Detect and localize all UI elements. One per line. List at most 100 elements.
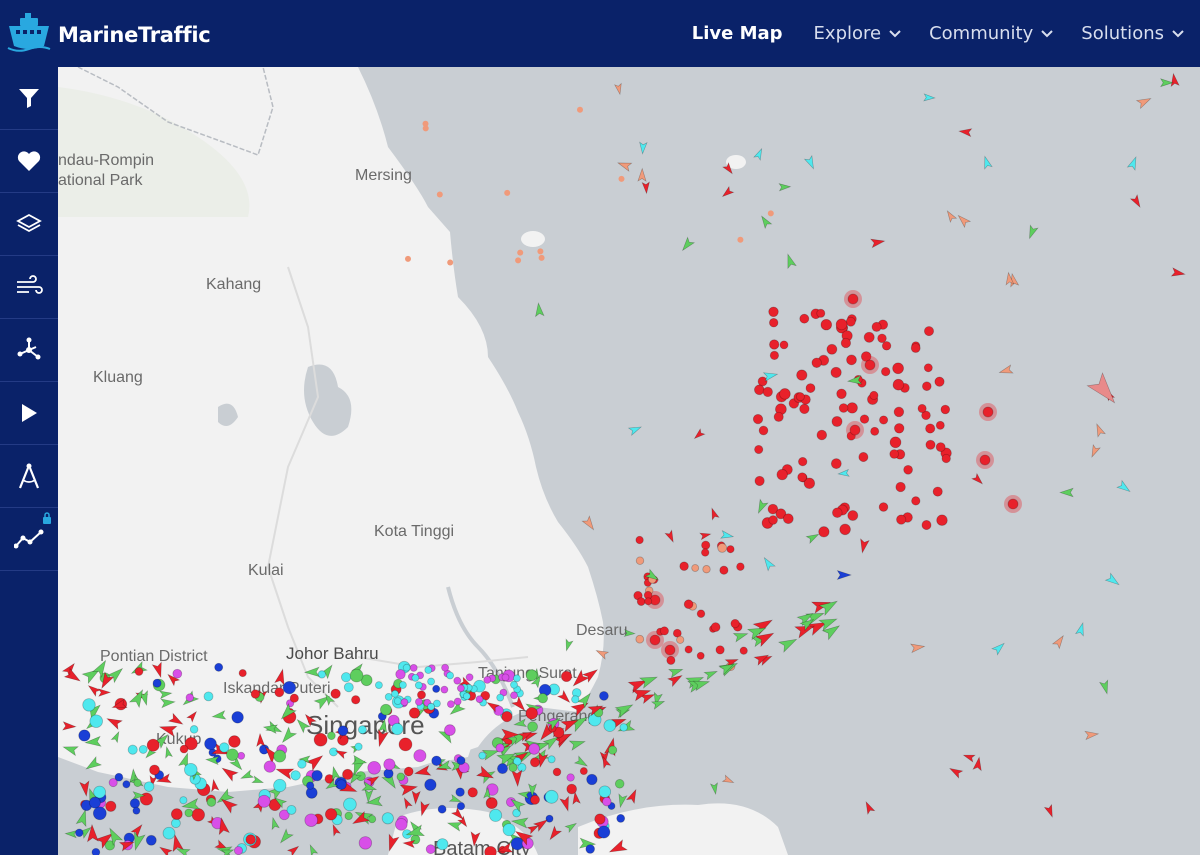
- vessel-marker[interactable]: [134, 667, 144, 676]
- vessel-marker[interactable]: [496, 693, 505, 702]
- vessel-marker[interactable]: [921, 520, 932, 530]
- my-fleets-button[interactable]: [0, 130, 58, 193]
- vessel-marker[interactable]: [614, 779, 625, 789]
- vessel-marker[interactable]: [616, 814, 626, 823]
- vessel-marker[interactable]: [398, 681, 407, 689]
- vessel-marker[interactable]: [495, 743, 505, 753]
- vessel-marker[interactable]: [889, 449, 900, 459]
- vessel-marker[interactable]: [414, 698, 423, 706]
- vessel-marker[interactable]: [649, 634, 661, 646]
- vessel-marker[interactable]: [425, 844, 436, 855]
- vessel-marker[interactable]: [381, 812, 394, 825]
- vessel-marker[interactable]: [768, 306, 779, 318]
- vessel-marker[interactable]: [226, 748, 239, 761]
- vessel-marker[interactable]: [304, 813, 318, 827]
- vessel-marker[interactable]: [422, 125, 429, 132]
- vessel-marker[interactable]: [88, 796, 101, 809]
- vessel-marker[interactable]: [894, 423, 905, 434]
- vessel-marker[interactable]: [845, 316, 856, 327]
- vessel-marker[interactable]: [893, 406, 905, 418]
- vessel-marker[interactable]: [245, 834, 256, 845]
- vessel-marker[interactable]: [172, 668, 183, 679]
- vessel-marker[interactable]: [105, 800, 117, 812]
- vessel-marker[interactable]: [537, 693, 548, 704]
- vessel-marker[interactable]: [892, 362, 904, 375]
- vessel-marker[interactable]: [357, 725, 367, 735]
- vessel-marker[interactable]: [923, 363, 933, 373]
- vessel-marker[interactable]: [91, 847, 101, 855]
- vessel-marker[interactable]: [409, 664, 418, 672]
- vessel-marker[interactable]: [306, 781, 315, 790]
- vessel-marker[interactable]: [344, 811, 353, 821]
- layers-button[interactable]: [0, 193, 58, 256]
- vessel-marker[interactable]: [796, 369, 808, 381]
- vessel-marker[interactable]: [184, 762, 198, 777]
- vessel-marker[interactable]: [826, 343, 838, 355]
- vessel-marker[interactable]: [427, 702, 436, 711]
- vessel-marker[interactable]: [552, 767, 562, 777]
- vessel-marker[interactable]: [805, 383, 816, 393]
- vessel-marker[interactable]: [726, 545, 735, 554]
- vessel-marker[interactable]: [143, 781, 155, 792]
- vessel-marker[interactable]: [512, 674, 521, 683]
- vessel-marker[interactable]: [895, 481, 906, 493]
- vessel-marker[interactable]: [839, 523, 851, 536]
- vessel-marker[interactable]: [478, 751, 487, 760]
- vessel-marker[interactable]: [510, 691, 518, 700]
- vessel-marker[interactable]: [273, 778, 287, 793]
- vessel-marker[interactable]: [427, 677, 436, 686]
- vessel-marker[interactable]: [510, 680, 518, 689]
- vessel-marker[interactable]: [863, 331, 875, 343]
- vessel-marker[interactable]: [528, 743, 540, 755]
- vessel-marker[interactable]: [289, 693, 299, 703]
- vessel-marker[interactable]: [911, 496, 921, 506]
- vessel-marker[interactable]: [846, 354, 857, 366]
- vessel-marker[interactable]: [179, 744, 189, 754]
- vessel-marker[interactable]: [840, 337, 852, 349]
- vessel-marker[interactable]: [417, 690, 426, 700]
- vessel-marker[interactable]: [754, 475, 765, 486]
- vessel-marker[interactable]: [525, 669, 538, 682]
- vessel-marker[interactable]: [189, 725, 199, 734]
- vessel-marker[interactable]: [484, 845, 497, 855]
- vessel-marker[interactable]: [324, 808, 338, 821]
- vessel-marker[interactable]: [129, 798, 141, 809]
- vessel-marker[interactable]: [282, 680, 297, 695]
- vessel-marker[interactable]: [497, 763, 508, 775]
- vessel-marker[interactable]: [752, 414, 764, 425]
- vessel-marker[interactable]: [238, 669, 247, 678]
- vessel-marker[interactable]: [923, 326, 935, 337]
- vessel-marker[interactable]: [383, 758, 396, 771]
- vessel-marker[interactable]: [313, 732, 328, 747]
- vessel-marker[interactable]: [577, 106, 583, 113]
- vessel-marker[interactable]: [544, 789, 559, 804]
- vessel-marker[interactable]: [413, 749, 427, 763]
- vessel-marker[interactable]: [696, 651, 705, 660]
- vessel-marker[interactable]: [395, 669, 406, 680]
- nav-solutions[interactable]: Solutions: [1081, 23, 1184, 44]
- vessel-marker[interactable]: [768, 515, 778, 525]
- vessel-marker[interactable]: [127, 744, 138, 755]
- vessel-marker[interactable]: [636, 597, 646, 606]
- vessel-marker[interactable]: [602, 796, 612, 807]
- vessel-marker[interactable]: [896, 514, 907, 525]
- vessel-marker[interactable]: [881, 341, 892, 351]
- vessel-marker[interactable]: [769, 350, 780, 361]
- vessel-marker[interactable]: [730, 618, 740, 629]
- nav-live-map[interactable]: Live Map: [692, 23, 783, 44]
- vessel-marker[interactable]: [396, 772, 406, 782]
- vessel-marker[interactable]: [204, 737, 217, 751]
- vessel-marker[interactable]: [917, 403, 927, 414]
- vessel-marker[interactable]: [250, 689, 261, 699]
- vessel-marker[interactable]: [644, 597, 653, 606]
- vessel-marker[interactable]: [1007, 498, 1019, 510]
- vessel-marker[interactable]: [936, 514, 948, 526]
- vessel-marker[interactable]: [773, 411, 784, 422]
- vessel-marker[interactable]: [932, 486, 943, 497]
- vessel-marker[interactable]: [405, 255, 411, 262]
- weather-button[interactable]: [0, 256, 58, 319]
- vessel-marker[interactable]: [547, 755, 556, 764]
- vessel-marker[interactable]: [462, 692, 471, 701]
- vessel-marker[interactable]: [343, 797, 357, 812]
- vessel-marker[interactable]: [566, 773, 575, 782]
